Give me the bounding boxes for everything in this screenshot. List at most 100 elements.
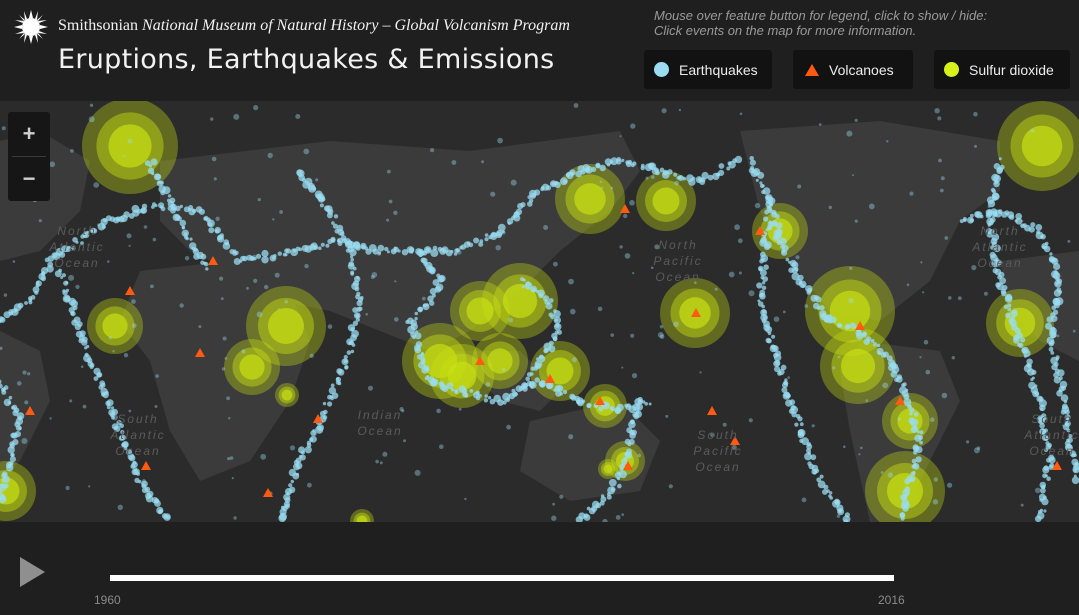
earthquake-marker[interactable] xyxy=(586,403,591,409)
earthquake-marker[interactable] xyxy=(948,296,952,300)
play-icon[interactable] xyxy=(20,557,45,587)
earthquake-marker[interactable] xyxy=(755,178,759,182)
earthquake-marker[interactable] xyxy=(352,266,357,271)
earthquake-marker[interactable] xyxy=(668,484,673,489)
earthquake-marker[interactable] xyxy=(65,485,70,491)
earthquake-marker[interactable] xyxy=(882,382,889,389)
earthquake-marker[interactable] xyxy=(749,159,757,166)
earthquake-marker[interactable] xyxy=(769,203,774,207)
earthquake-marker[interactable] xyxy=(832,366,836,370)
earthquake-marker[interactable] xyxy=(484,233,489,237)
earthquake-marker[interactable] xyxy=(456,250,462,255)
earthquake-marker[interactable] xyxy=(208,227,215,234)
earthquake-marker[interactable] xyxy=(495,245,501,251)
earthquake-marker[interactable] xyxy=(117,504,124,510)
earthquake-marker[interactable] xyxy=(132,323,137,328)
earthquake-marker[interactable] xyxy=(84,346,88,350)
earthquake-marker[interactable] xyxy=(333,214,339,219)
earthquake-marker[interactable] xyxy=(344,365,349,370)
earthquake-marker[interactable] xyxy=(848,297,854,304)
earthquake-marker[interactable] xyxy=(96,372,103,378)
earthquake-marker[interactable] xyxy=(909,411,913,416)
earthquake-marker[interactable] xyxy=(394,280,397,283)
earthquake-marker[interactable] xyxy=(1040,407,1044,411)
earthquake-marker[interactable] xyxy=(228,417,231,420)
earthquake-marker[interactable] xyxy=(386,218,390,222)
earthquake-marker[interactable] xyxy=(1,389,7,395)
earthquake-marker[interactable] xyxy=(481,160,484,164)
earthquake-marker[interactable] xyxy=(515,208,523,215)
earthquake-marker[interactable] xyxy=(554,318,558,322)
earthquake-marker[interactable] xyxy=(7,401,12,405)
earthquake-marker[interactable] xyxy=(631,373,638,379)
earthquake-marker[interactable] xyxy=(350,255,354,259)
earthquake-marker[interactable] xyxy=(923,339,929,345)
earthquake-marker[interactable] xyxy=(414,311,419,316)
earthquake-marker[interactable] xyxy=(320,196,326,202)
earthquake-marker[interactable] xyxy=(231,477,234,480)
earthquake-marker[interactable] xyxy=(336,368,343,375)
earthquake-marker[interactable] xyxy=(255,253,262,259)
earthquake-marker[interactable] xyxy=(761,281,766,285)
earthquake-marker[interactable] xyxy=(141,203,148,209)
earthquake-marker[interactable] xyxy=(49,417,52,420)
earthquake-marker[interactable] xyxy=(895,376,903,383)
earthquake-marker[interactable] xyxy=(922,291,925,294)
earthquake-marker[interactable] xyxy=(483,398,489,403)
earthquake-marker[interactable] xyxy=(81,339,88,346)
earthquake-marker[interactable] xyxy=(200,253,207,260)
earthquake-marker[interactable] xyxy=(760,292,766,298)
earthquake-marker[interactable] xyxy=(241,349,246,354)
earthquake-marker[interactable] xyxy=(24,301,28,305)
earthquake-marker[interactable] xyxy=(763,264,769,270)
earthquake-marker[interactable] xyxy=(530,366,535,371)
earthquake-marker[interactable] xyxy=(1048,346,1054,352)
earthquake-marker[interactable] xyxy=(1007,303,1012,308)
earthquake-marker[interactable] xyxy=(568,434,574,440)
earthquake-marker[interactable] xyxy=(600,186,604,189)
earthquake-marker[interactable] xyxy=(766,338,772,344)
earthquake-marker[interactable] xyxy=(464,393,469,398)
earthquake-marker[interactable] xyxy=(904,478,911,485)
earthquake-marker[interactable] xyxy=(581,399,586,403)
earthquake-marker[interactable] xyxy=(906,283,910,287)
earthquake-marker[interactable] xyxy=(920,261,923,264)
earthquake-marker[interactable] xyxy=(616,403,624,412)
earthquake-marker[interactable] xyxy=(633,413,640,420)
earthquake-marker[interactable] xyxy=(774,214,780,219)
earthquake-marker[interactable] xyxy=(979,214,984,219)
earthquake-marker[interactable] xyxy=(767,205,771,210)
earthquake-marker[interactable] xyxy=(769,344,778,353)
earthquake-marker[interactable] xyxy=(253,105,259,111)
earthquake-marker[interactable] xyxy=(1024,354,1027,358)
earthquake-marker[interactable] xyxy=(412,335,416,340)
so2-plume[interactable] xyxy=(840,348,876,384)
earthquake-marker[interactable] xyxy=(932,499,939,505)
earthquake-marker[interactable] xyxy=(610,333,614,337)
earthquake-marker[interactable] xyxy=(525,376,530,382)
earthquake-marker[interactable] xyxy=(1008,214,1015,220)
earthquake-marker[interactable] xyxy=(771,334,776,339)
earthquake-marker[interactable] xyxy=(322,401,327,406)
earthquake-marker[interactable] xyxy=(902,505,909,512)
earthquake-marker[interactable] xyxy=(368,385,373,391)
earthquake-marker[interactable] xyxy=(645,176,649,180)
earthquake-marker[interactable] xyxy=(739,112,743,116)
earthquake-marker[interactable] xyxy=(806,290,811,295)
earthquake-marker[interactable] xyxy=(970,213,974,218)
earthquake-marker[interactable] xyxy=(27,372,31,376)
earthquake-marker[interactable] xyxy=(222,336,227,341)
earthquake-marker[interactable] xyxy=(451,387,455,392)
earthquake-marker[interactable] xyxy=(414,332,422,340)
earthquake-marker[interactable] xyxy=(292,472,300,480)
earthquake-marker[interactable] xyxy=(350,270,355,275)
earthquake-marker[interactable] xyxy=(337,381,342,386)
earthquake-marker[interactable] xyxy=(497,223,506,232)
earthquake-marker[interactable] xyxy=(526,372,532,377)
world-map[interactable]: North Atlantic Ocean North Pacific Ocean… xyxy=(0,101,1079,522)
earthquake-marker[interactable] xyxy=(422,303,427,308)
earthquake-marker[interactable] xyxy=(782,310,786,314)
so2-plume[interactable] xyxy=(1021,125,1063,167)
earthquake-marker[interactable] xyxy=(346,350,352,355)
earthquake-marker[interactable] xyxy=(996,167,1003,174)
